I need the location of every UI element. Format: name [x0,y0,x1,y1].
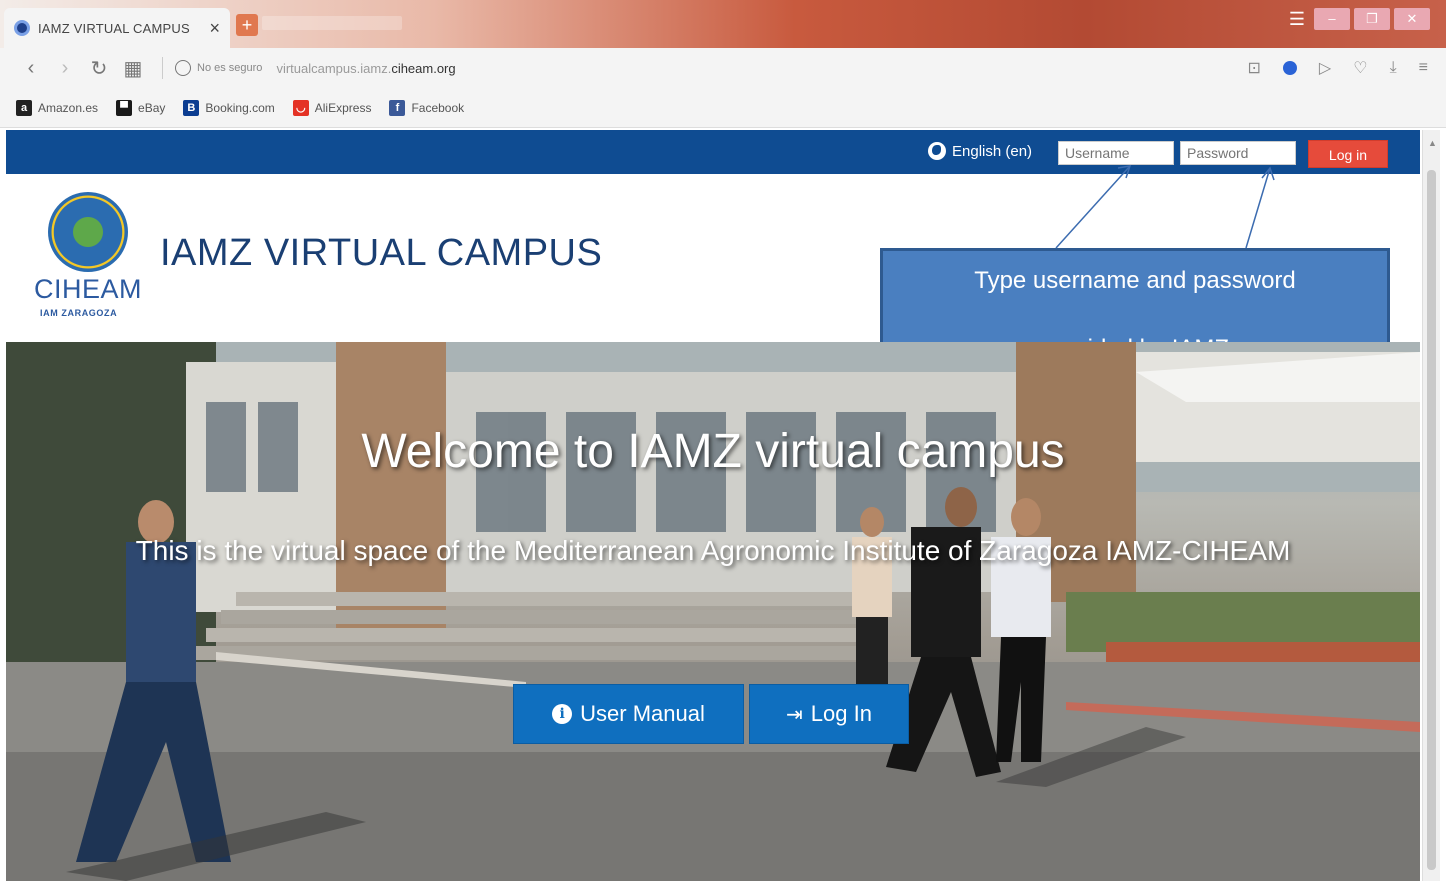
easy-setup-icon[interactable]: ≡ [1419,59,1428,77]
user-manual-label: User Manual [580,701,705,726]
amazon-icon: a [16,99,32,116]
bookmark-label: Facebook [411,100,465,115]
bookmarks-bar: a Amazon.es ▀ eBay B Booking.com ◡ AliEx… [0,88,1446,128]
security-label[interactable]: No es seguro [197,62,262,74]
bookmark-facebook[interactable]: f Facebook [389,99,465,116]
speed-dial-icon[interactable]: ▦ [116,56,150,81]
annotation-line-1: Type username and password [974,267,1296,294]
background-tab[interactable] [262,16,402,30]
reload-icon[interactable]: ↻ [82,56,116,81]
site-header: CIHEAM IAM ZARAGOZA IAMZ VIRTUAL CAMPUS … [6,174,1420,382]
user-manual-button[interactable]: i User Manual [513,684,744,744]
site-favicon-icon [14,20,30,36]
minimize-button[interactable]: – [1314,8,1350,30]
ciheam-emblem-icon [48,192,128,272]
bookmark-amazon[interactable]: a Amazon.es [16,99,99,116]
navbar-login-button[interactable]: Log in [1308,140,1388,168]
language-label: English (en) [952,142,1033,160]
sign-in-icon: ⇥ [786,703,803,726]
heart-icon[interactable]: ♡ [1353,58,1367,78]
url-domain[interactable]: ciheam.org [391,61,455,76]
welcome-heading: Welcome to IAMZ virtual campus [361,425,1065,478]
download-icon[interactable]: ⤓ [1390,59,1397,77]
bookmark-label: Amazon.es [38,100,99,115]
extension-icon[interactable] [1282,61,1297,75]
browser-window: IAMZ VIRTUAL CAMPUS × + ☰ – ❐ ✕ ‹ › ↻ ▦ … [0,0,1446,881]
address-bar: ‹ › ↻ ▦ No es seguro virtualcampus.iamz.… [0,48,1446,88]
facebook-icon: f [389,99,406,116]
flow-icon[interactable]: ▷ [1319,58,1331,78]
username-input[interactable] [1058,141,1174,165]
password-input[interactable] [1180,141,1296,165]
logo-text: CIHEAM [34,274,143,304]
tab-title: IAMZ VIRTUAL CAMPUS [38,20,190,36]
snapshot-icon[interactable]: ⊡ [1248,58,1261,78]
url-prefix[interactable]: virtualcampus.iamz. [276,61,391,76]
browser-menu-icon[interactable]: ☰ [1284,8,1310,30]
ciheam-logo[interactable]: CIHEAM IAM ZARAGOZA [30,192,146,328]
bookmark-ebay[interactable]: ▀ eBay [116,99,166,116]
bookmark-booking[interactable]: B Booking.com [183,99,275,116]
divider [162,57,163,79]
restore-button[interactable]: ❐ [1354,8,1390,30]
bookmark-label: eBay [138,100,166,115]
hero-login-label: Log In [810,701,872,726]
info-icon: i [552,704,573,724]
globe-icon[interactable] [175,60,191,76]
bookmark-label: AliExpress [314,100,372,115]
language-menu[interactable]: English (en) [928,142,1032,160]
aliexpress-icon: ◡ [292,99,309,116]
booking-icon: B [183,99,200,116]
logo-subtext: IAM ZARAGOZA [40,308,118,318]
welcome-subtitle: This is the virtual space of the Mediter… [135,535,1291,566]
page-scrollbar[interactable]: ▲ [1422,130,1440,881]
tab-bar: IAMZ VIRTUAL CAMPUS × + ☰ – ❐ ✕ [0,0,1446,48]
web-page: English (en) Log in CIHEAM IAM ZARAGOZA … [6,130,1420,881]
address-bar-actions: ⊡ ▷ ♡ ⤓ ≡ [1248,58,1428,78]
campus-photo [6,342,1420,881]
top-navbar: English (en) Log in [6,130,1420,174]
close-window-button[interactable]: ✕ [1394,8,1430,30]
site-title[interactable]: IAMZ VIRTUAL CAMPUS [160,232,602,275]
new-tab-button[interactable]: + [236,14,258,36]
scroll-up-icon[interactable]: ▲ [1428,138,1437,148]
back-icon[interactable]: ‹ [14,57,48,80]
ebay-icon: ▀ [116,99,133,116]
bookmark-aliexpress[interactable]: ◡ AliExpress [292,99,372,116]
forward-icon[interactable]: › [48,57,82,80]
hero-login-button[interactable]: ⇥ Log In [749,684,909,744]
bookmark-label: Booking.com [205,100,275,115]
language-globe-icon [928,142,946,160]
browser-tab[interactable]: IAMZ VIRTUAL CAMPUS × [4,8,230,48]
scrollbar-thumb[interactable] [1427,170,1436,870]
hero-banner: Welcome to IAMZ virtual campus This is t… [6,342,1420,881]
window-controls: ☰ – ❐ ✕ [1284,8,1430,30]
close-tab-icon[interactable]: × [209,18,220,39]
